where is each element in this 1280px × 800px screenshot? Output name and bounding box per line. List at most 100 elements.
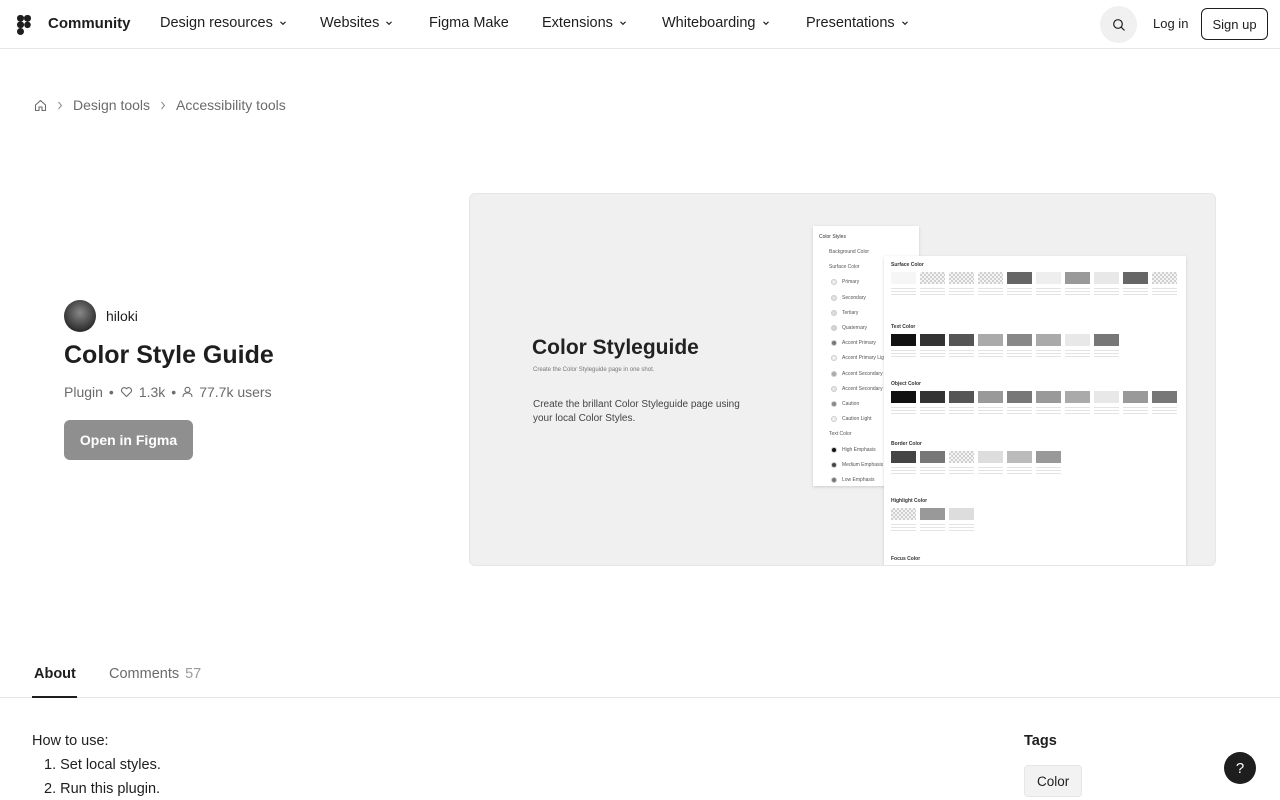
panel-row: Surface Color (821, 264, 860, 270)
panel-row-label: Medium Emphasis (842, 461, 884, 468)
panel-row-label: Surface Color (829, 264, 860, 271)
swatch-caption (1065, 405, 1090, 415)
figma-logo-icon[interactable] (17, 15, 31, 35)
color-swatch (1123, 391, 1148, 403)
signup-button[interactable]: Sign up (1201, 8, 1268, 40)
community-link[interactable]: Community (48, 15, 131, 32)
panel-row: Caution Light (831, 416, 871, 423)
chevron-down-icon (901, 21, 908, 26)
login-link[interactable]: Log in (1153, 16, 1188, 31)
author[interactable]: hiloki (64, 300, 138, 332)
nav-label: Whiteboarding (662, 15, 756, 31)
panel-row-label: Accent Primary Lig (842, 355, 884, 362)
swatch-caption (891, 522, 916, 532)
heart-icon[interactable] (120, 386, 133, 398)
tags-heading: Tags (1024, 733, 1057, 749)
panel-row-label: Tertiary (842, 309, 859, 316)
swatch-caption (891, 465, 916, 475)
color-swatch (978, 391, 1003, 403)
search-button[interactable] (1100, 6, 1137, 43)
color-swatch (1036, 334, 1061, 346)
nav-figma-make[interactable]: Figma Make (429, 15, 509, 31)
nav-design-resources[interactable]: Design resources (160, 15, 287, 31)
preview-title: Color Styleguide (532, 336, 699, 359)
steps-list: 1. Set local styles. 2. Run this plugin. (44, 757, 161, 800)
swatch-caption (1094, 348, 1119, 358)
swatch-caption (891, 286, 916, 296)
swatch-caption (978, 286, 1003, 296)
swatch-caption (1065, 286, 1090, 296)
swatch-caption (1123, 286, 1148, 296)
user-count: 77.7k users (199, 384, 272, 400)
swatch-caption (1036, 348, 1061, 358)
color-dot (821, 264, 824, 270)
color-swatch (1036, 451, 1061, 463)
color-swatch (949, 272, 974, 284)
color-dot (831, 279, 837, 286)
nav-websites[interactable]: Websites (320, 15, 393, 31)
color-swatch (949, 334, 974, 346)
chevron-down-icon (279, 21, 286, 26)
like-count: 1.3k (138, 384, 166, 400)
tab-about[interactable]: About (34, 666, 76, 682)
breadcrumb-accessibility-tools[interactable]: Accessibility tools (176, 97, 286, 113)
color-dot (831, 325, 837, 331)
panel-row: Accent Primary (831, 340, 876, 347)
about-heading: How to use: (32, 733, 109, 749)
color-swatch (920, 334, 945, 346)
color-dot (831, 370, 837, 377)
panel-row-label: Accent Secondary (842, 370, 883, 377)
swatch-caption (920, 522, 945, 532)
color-swatch (978, 451, 1003, 463)
avatar[interactable] (64, 300, 96, 332)
separator-dot: • (108, 384, 114, 400)
tag-color[interactable]: Color (1024, 765, 1083, 797)
panel-row: Accent Secondary (831, 370, 883, 377)
swatch-caption (920, 286, 945, 296)
swatch-caption (1036, 286, 1061, 296)
panel-row: Text Color (821, 431, 852, 437)
list-item: 1. Set local styles. (44, 757, 161, 773)
color-swatch (1036, 272, 1061, 284)
panel-row-label: Quaternary (842, 325, 868, 331)
color-swatch (978, 334, 1003, 346)
color-dot (831, 461, 837, 468)
swatch-caption (949, 286, 974, 296)
nav-presentations[interactable]: Presentations (806, 15, 909, 31)
color-swatch (1094, 272, 1119, 284)
swatch-caption (1007, 286, 1032, 296)
nav-label: Extensions (542, 15, 613, 31)
tab-comments[interactable]: Comments 57 (109, 666, 201, 682)
home-icon[interactable] (34, 99, 47, 112)
color-dot (821, 249, 824, 255)
chevron-down-icon (620, 21, 626, 26)
tab-bar: About Comments 57 (0, 655, 1280, 698)
breadcrumb: Design tools Accessibility tools (34, 97, 286, 113)
open-in-figma-button[interactable]: Open in Figma (64, 420, 193, 460)
user-icon (182, 386, 193, 398)
nav-extensions[interactable]: Extensions (542, 15, 627, 31)
swatch-caption (949, 405, 974, 415)
swatch-caption (1007, 465, 1032, 475)
color-swatch (1152, 391, 1177, 403)
chevron-right-icon (58, 101, 63, 109)
color-swatch (920, 508, 945, 520)
resource-type: Plugin (64, 384, 103, 400)
color-swatch (1152, 272, 1177, 284)
panel-row: Accent Secondary (831, 385, 883, 392)
search-icon (1112, 18, 1125, 31)
color-swatch (1065, 334, 1090, 346)
page-title: Color Style Guide (64, 341, 274, 369)
color-dot (831, 385, 837, 392)
panel-row: Accent Primary Lig (831, 355, 884, 362)
preview-description: Create the brillant Color Styleguide pag… (533, 399, 740, 424)
color-swatch (1065, 391, 1090, 403)
comment-count: 57 (185, 666, 202, 682)
color-dot (831, 294, 837, 301)
color-swatch (1007, 272, 1032, 284)
help-button[interactable]: ? (1224, 752, 1256, 784)
breadcrumb-design-tools[interactable]: Design tools (73, 97, 150, 113)
nav-whiteboarding[interactable]: Whiteboarding (662, 15, 770, 31)
author-name[interactable]: hiloki (106, 308, 138, 324)
panel-row: Secondary (831, 294, 866, 301)
